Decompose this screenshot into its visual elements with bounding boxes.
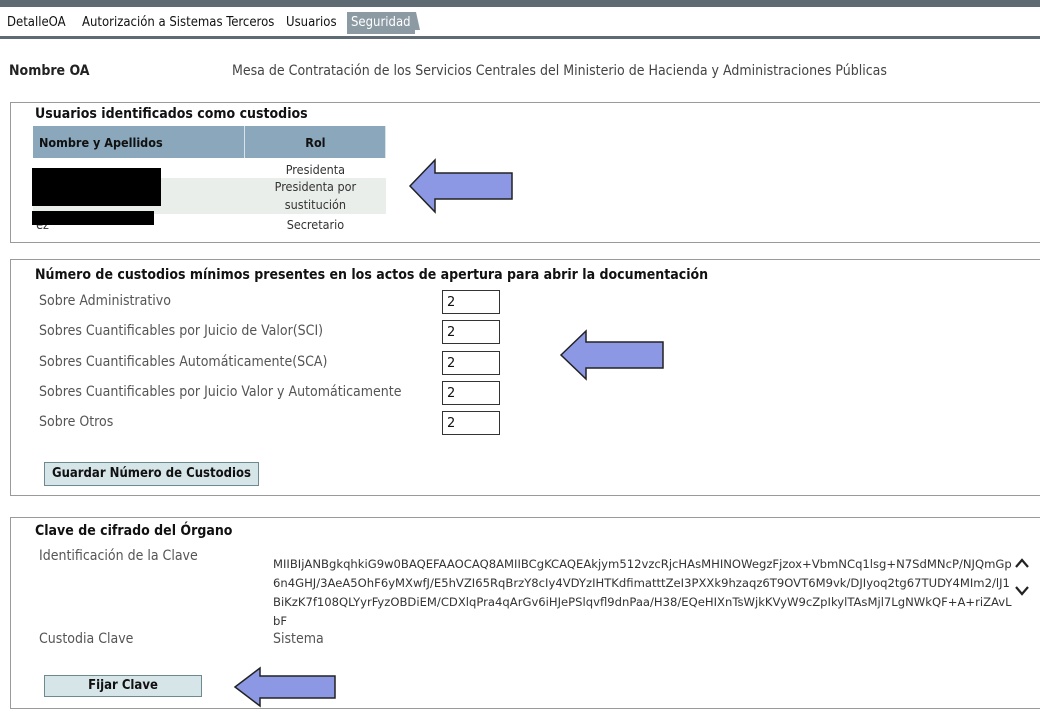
role-cell: Presidenta [244, 158, 386, 178]
custody-value: Sistema [273, 631, 324, 647]
field-label: Sobres Cuantificables Automáticamente(SC… [39, 354, 328, 370]
tab-corner [412, 12, 420, 30]
left-arrow-icon [559, 329, 664, 381]
minimum-custodians-panel: Número de custodios mínimos presentes en… [10, 259, 1040, 496]
sobres-sci-input[interactable] [442, 320, 500, 344]
role-cell: Presidenta por sustitución [244, 178, 386, 214]
field-label: Sobre Otros [39, 414, 114, 430]
role-cell: Secretario [244, 214, 386, 234]
key-panel: Clave de cifrado del Órgano Identificaci… [10, 517, 1040, 709]
tab-bar: DetalleOA Autorización a Sistemas Tercer… [0, 9, 1040, 39]
tab-usuarios[interactable]: Usuarios [282, 12, 341, 34]
header-name: Nombre y Apellidos [33, 126, 246, 158]
custodians-title: Usuarios identificados como custodios [35, 106, 308, 122]
custodians-panel: Usuarios identificados como custodios No… [10, 102, 1040, 243]
scroll-down-icon[interactable] [1014, 584, 1030, 598]
table-header-row: Nombre y Apellidos Rol [33, 126, 387, 158]
field-label: Sobre Administrativo [39, 293, 171, 309]
scroll-up-icon[interactable] [1014, 556, 1030, 570]
tab-autorizacion[interactable]: Autorización a Sistemas Terceros [78, 12, 278, 34]
oa-label: Nombre OA [9, 63, 90, 79]
tab-seguridad[interactable]: Seguridad [347, 12, 415, 34]
key-id-value: MIIBIjANBgkqhkiG9w0BAQEFAAOCAQ8AMIIBCgKC… [273, 557, 1012, 628]
sobres-mixed-input[interactable] [442, 381, 500, 405]
tab-underline [0, 36, 1040, 39]
sobres-sca-input[interactable] [442, 351, 500, 375]
top-bar [0, 0, 1040, 7]
save-custodians-button[interactable]: Guardar Número de Custodios [44, 462, 259, 486]
tab-detalleoa[interactable]: DetalleOA [3, 12, 70, 34]
sobre-otros-input[interactable] [442, 411, 500, 435]
field-label: Sobres Cuantificables por Juicio de Valo… [39, 323, 324, 339]
left-arrow-icon [408, 158, 513, 214]
key-id-label: Identificación de la Clave [39, 548, 198, 564]
custody-label: Custodia Clave [39, 631, 134, 647]
oa-value: Mesa de Contratación de los Servicios Ce… [232, 63, 887, 79]
header-role: Rol [244, 126, 387, 158]
fix-key-button[interactable]: Fijar Clave [44, 675, 202, 697]
sobre-administrativo-input[interactable] [442, 290, 500, 314]
left-arrow-icon [233, 666, 336, 708]
field-label: Sobres Cuantificables por Juicio Valor y… [39, 384, 402, 400]
minimum-title: Número de custodios mínimos presentes en… [35, 267, 709, 283]
redacted-name-block [32, 211, 154, 225]
redacted-name-block [32, 168, 161, 206]
key-title: Clave de cifrado del Órgano [35, 523, 233, 539]
